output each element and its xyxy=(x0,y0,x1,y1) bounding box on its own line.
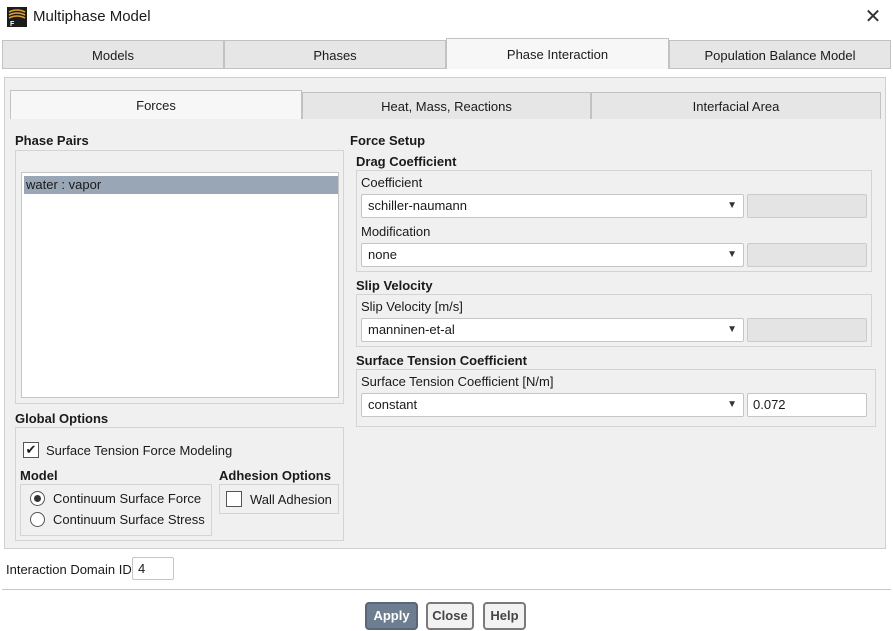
top-tab-bar: Models Phases Phase Interaction Populati… xyxy=(2,38,891,70)
footer-divider xyxy=(2,589,891,590)
continuum-surface-stress-radio[interactable] xyxy=(30,512,45,527)
chevron-down-icon: ▼ xyxy=(727,399,737,410)
close-button[interactable]: Close xyxy=(426,602,474,630)
surface-tension-modeling-checkbox[interactable]: ✔ xyxy=(23,442,39,458)
slip-velocity-dropdown[interactable]: manninen-et-al ▼ xyxy=(361,318,744,342)
coefficient-value: schiller-naumann xyxy=(368,198,467,213)
surface-tension-modeling-label: Surface Tension Force Modeling xyxy=(46,443,233,458)
help-button[interactable]: Help xyxy=(483,602,526,630)
surface-tension-coefficient-label: Surface Tension Coefficient [N/m] xyxy=(361,374,554,389)
interaction-domain-input[interactable]: 4 xyxy=(132,557,174,580)
continuum-surface-force-radio[interactable] xyxy=(30,491,45,506)
phase-pairs-title: Phase Pairs xyxy=(15,133,89,148)
tab-forces[interactable]: Forces xyxy=(10,90,302,120)
slip-velocity-value: manninen-et-al xyxy=(368,322,455,337)
apply-button[interactable]: Apply xyxy=(365,602,418,630)
slip-velocity-title: Slip Velocity xyxy=(356,278,433,293)
continuum-surface-force-label: Continuum Surface Force xyxy=(53,491,202,506)
surface-tension-coefficient-dropdown[interactable]: constant ▼ xyxy=(361,393,744,417)
slip-velocity-label: Slip Velocity [m/s] xyxy=(361,299,463,314)
surface-tension-coefficient-value: constant xyxy=(368,397,418,412)
tab-phase-interaction[interactable]: Phase Interaction xyxy=(446,38,669,69)
close-icon[interactable]: ✕ xyxy=(862,6,884,28)
modification-label: Modification xyxy=(361,224,431,239)
wall-adhesion-checkbox[interactable] xyxy=(226,491,242,507)
tab-population-balance-model[interactable]: Population Balance Model xyxy=(669,40,891,69)
fluent-app-icon: F xyxy=(7,7,27,27)
chevron-down-icon: ▼ xyxy=(727,200,737,211)
global-options-title: Global Options xyxy=(15,411,109,426)
force-setup-title: Force Setup xyxy=(350,133,426,148)
slip-velocity-input xyxy=(747,318,867,342)
tab-models[interactable]: Models xyxy=(2,40,224,69)
tab-phases[interactable]: Phases xyxy=(224,40,446,69)
modification-value: none xyxy=(368,247,397,262)
modification-dropdown[interactable]: none ▼ xyxy=(361,243,744,267)
tab-heat-mass-reactions[interactable]: Heat, Mass, Reactions xyxy=(302,92,591,120)
wall-adhesion-label: Wall Adhesion xyxy=(250,492,332,507)
interaction-domain-label: Interaction Domain ID xyxy=(6,562,132,577)
chevron-down-icon: ▼ xyxy=(727,249,737,260)
phase-pairs-list[interactable]: water : vapor xyxy=(21,172,339,398)
adhesion-options-title: Adhesion Options xyxy=(219,468,331,483)
modification-input xyxy=(747,243,867,267)
title-bar: F Multiphase Model ✕ xyxy=(0,0,893,34)
list-item[interactable]: water : vapor xyxy=(24,176,338,194)
drag-coefficient-title: Drag Coefficient xyxy=(356,154,457,169)
surface-tension-coefficient-title: Surface Tension Coefficient xyxy=(356,353,527,368)
model-title: Model xyxy=(20,468,58,483)
coefficient-label: Coefficient xyxy=(361,175,423,190)
chevron-down-icon: ▼ xyxy=(727,324,737,335)
surface-tension-coefficient-input[interactable]: 0.072 xyxy=(747,393,867,417)
coefficient-input xyxy=(747,194,867,218)
continuum-surface-stress-label: Continuum Surface Stress xyxy=(53,512,205,527)
tab-interfacial-area[interactable]: Interfacial Area xyxy=(591,92,881,120)
coefficient-dropdown[interactable]: schiller-naumann ▼ xyxy=(361,194,744,218)
svg-text:F: F xyxy=(10,21,15,27)
window-title: Multiphase Model xyxy=(33,8,151,25)
